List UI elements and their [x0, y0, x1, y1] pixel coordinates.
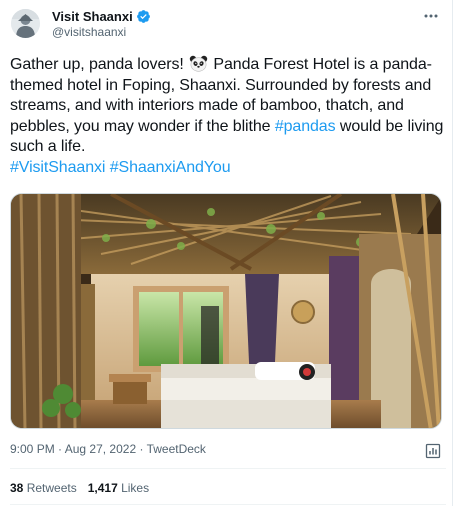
tweet-card: Visit Shaanxi @visitshaanxi Gather up, p… — [0, 0, 453, 506]
retweets-label: Retweets — [23, 481, 77, 495]
tweet-photo[interactable] — [10, 193, 442, 429]
avatar[interactable] — [11, 9, 40, 38]
tweet-source[interactable]: TweetDeck — [147, 442, 206, 456]
verified-badge-icon — [136, 9, 151, 24]
tweet-stats: 38 Retweets 1,417 Likes — [10, 481, 149, 496]
handle[interactable]: @visitshaanxi — [52, 25, 392, 40]
panda-face-icon — [189, 55, 208, 72]
meta-separator: · — [136, 442, 147, 456]
retweets-count: 38 — [10, 481, 24, 495]
hotel-room-photo — [11, 194, 441, 428]
divider — [10, 504, 446, 505]
tweet-date[interactable]: Aug 27, 2022 — [65, 442, 136, 456]
tweet-time[interactable]: 9:00 PM — [10, 442, 55, 456]
tweet-meta: 9:00 PM · Aug 27, 2022 · TweetDeck — [10, 442, 206, 457]
tweet-text: Gather up, panda lovers! Panda Forest Ho… — [10, 55, 446, 179]
more-button[interactable] — [418, 7, 444, 25]
tweet-text-intro: Gather up, panda lovers! — [10, 56, 189, 73]
hashtag-pandas-link[interactable]: #pandas — [275, 118, 336, 135]
likes-stat[interactable]: 1,417 Likes — [88, 481, 149, 496]
display-name-row: Visit Shaanxi — [52, 9, 392, 24]
display-name[interactable]: Visit Shaanxi — [52, 9, 133, 24]
meta-separator: · — [54, 442, 65, 456]
retweets-stat[interactable]: 38 Retweets — [10, 481, 77, 496]
likes-label: Likes — [117, 481, 150, 495]
analytics-icon[interactable] — [424, 442, 442, 460]
hashtag-shaanxiandyou-link[interactable]: #ShaanxiAndYou — [110, 159, 231, 176]
author-info: Visit Shaanxi @visitshaanxi — [52, 9, 392, 39]
hashtag-visitshaanxi-link[interactable]: #VisitShaanxi — [10, 159, 105, 176]
more-dots-icon — [424, 14, 438, 18]
likes-count: 1,417 — [87, 481, 118, 495]
divider — [10, 468, 446, 469]
